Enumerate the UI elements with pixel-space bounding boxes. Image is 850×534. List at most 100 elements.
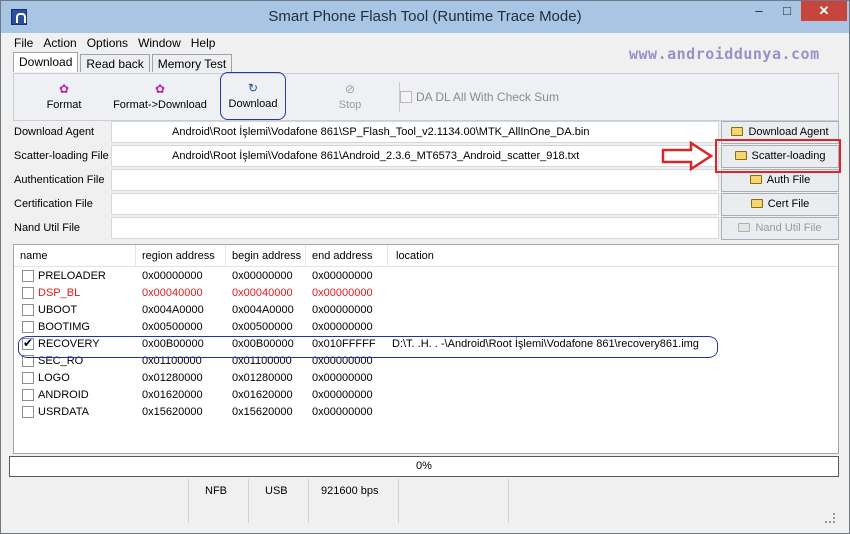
recovery-row-outline bbox=[18, 336, 718, 358]
folder-icon bbox=[750, 199, 763, 208]
nand-row: Nand Util File Nand Util File bbox=[13, 217, 841, 241]
cert-label: Certification File bbox=[13, 193, 109, 216]
table-row[interactable]: DSP_BL 0x00040000 0x00040000 0x00000000 bbox=[14, 285, 838, 302]
status-type: NFB bbox=[205, 485, 227, 497]
toolbar: ✿ Format ✿ Format->Download ↻ Download ⊘… bbox=[13, 72, 839, 121]
folder-icon bbox=[749, 175, 762, 184]
format-download-icon: ✿ bbox=[154, 82, 166, 96]
partition-checkbox[interactable] bbox=[22, 372, 34, 384]
checksum-label: DA DL All With Check Sum bbox=[416, 90, 559, 104]
cert-path[interactable] bbox=[111, 193, 719, 215]
table-row[interactable]: PRELOADER 0x00000000 0x00000000 0x00000000 bbox=[14, 268, 838, 285]
maximize-button[interactable]: □ bbox=[773, 1, 801, 21]
table-row[interactable]: USRDATA 0x15620000 0x15620000 0x00000000 bbox=[14, 404, 838, 421]
header-begin[interactable]: begin address bbox=[226, 245, 306, 267]
menu-action[interactable]: Action bbox=[38, 34, 81, 52]
format-label: Format bbox=[46, 99, 82, 111]
menu-options[interactable]: Options bbox=[82, 34, 133, 52]
cell-region: 0x00040000 bbox=[142, 287, 203, 299]
table-row[interactable]: LOGO 0x01280000 0x01280000 0x00000000 bbox=[14, 370, 838, 387]
download-agent-path[interactable]: Android\Root İşlemi\Vodafone 861\SP_Flas… bbox=[111, 121, 719, 143]
header-region[interactable]: region address bbox=[136, 245, 226, 267]
cell-end: 0x00000000 bbox=[312, 321, 373, 333]
download-icon: ↻ bbox=[247, 81, 259, 95]
resize-grip-icon[interactable] bbox=[825, 513, 835, 523]
folder-icon bbox=[738, 223, 751, 232]
menu-window[interactable]: Window bbox=[133, 34, 186, 52]
window-title: Smart Phone Flash Tool (Runtime Trace Mo… bbox=[268, 8, 582, 25]
partition-checkbox[interactable] bbox=[22, 321, 34, 333]
nand-util-button[interactable]: Nand Util File bbox=[721, 217, 839, 240]
cell-end: 0x00000000 bbox=[312, 270, 373, 282]
table-row[interactable]: UBOOT 0x004A0000 0x004A0000 0x00000000 bbox=[14, 302, 838, 319]
scatter-highlight-box bbox=[715, 139, 841, 173]
partition-table: name region address begin address end ad… bbox=[13, 244, 839, 454]
folder-icon bbox=[731, 127, 744, 136]
cell-region: 0x01280000 bbox=[142, 372, 203, 384]
format-button[interactable]: ✿ Format bbox=[44, 74, 84, 120]
cell-name: DSP_BL bbox=[38, 287, 81, 299]
menu-file[interactable]: File bbox=[9, 34, 38, 52]
cell-begin: 0x004A0000 bbox=[232, 304, 294, 316]
cell-region: 0x01620000 bbox=[142, 389, 203, 401]
status-cell-extra bbox=[399, 479, 509, 523]
format-download-label: Format->Download bbox=[113, 99, 207, 111]
cell-end: 0x00000000 bbox=[312, 304, 373, 316]
cell-end: 0x00000000 bbox=[312, 372, 373, 384]
download-agent-label: Download Agent bbox=[13, 121, 109, 144]
tab-download[interactable]: Download bbox=[13, 52, 79, 72]
partition-checkbox[interactable] bbox=[22, 287, 34, 299]
app-window: Smart Phone Flash Tool (Runtime Trace Mo… bbox=[0, 0, 850, 534]
cell-name: PRELOADER bbox=[38, 270, 106, 282]
nand-util-button-label: Nand Util File bbox=[755, 222, 822, 234]
cell-name: ANDROID bbox=[38, 389, 89, 401]
tab-read-back[interactable]: Read back bbox=[80, 54, 150, 72]
stop-button[interactable]: ⊘ Stop bbox=[332, 74, 368, 120]
watermark: www.androiddunya.com bbox=[629, 45, 820, 63]
scatter-path[interactable]: Android\Root İşlemi\Vodafone 861\Android… bbox=[111, 145, 719, 167]
status-cell-type: NFB bbox=[189, 479, 249, 523]
status-cell-baud: 921600 bps bbox=[309, 479, 399, 523]
table-row[interactable]: BOOTIMG 0x00500000 0x00500000 0x00000000 bbox=[14, 319, 838, 336]
cell-begin: 0x00040000 bbox=[232, 287, 293, 299]
title-bar: Smart Phone Flash Tool (Runtime Trace Mo… bbox=[1, 1, 849, 33]
tab-memory-test[interactable]: Memory Test bbox=[151, 54, 233, 72]
progress-text: 0% bbox=[416, 460, 432, 472]
menu-help[interactable]: Help bbox=[186, 34, 221, 52]
checksum-option[interactable]: DA DL All With Check Sum bbox=[400, 90, 559, 104]
cell-name: USRDATA bbox=[38, 406, 89, 418]
table-row[interactable]: ANDROID 0x01620000 0x01620000 0x00000000 bbox=[14, 387, 838, 404]
nand-label: Nand Util File bbox=[13, 217, 109, 240]
stop-icon: ⊘ bbox=[344, 82, 356, 96]
header-location[interactable]: location bbox=[388, 245, 838, 267]
partition-checkbox[interactable] bbox=[22, 304, 34, 316]
partition-checkbox[interactable] bbox=[22, 406, 34, 418]
auth-path[interactable] bbox=[111, 169, 719, 191]
status-bar: NFB USB 921600 bps bbox=[9, 479, 839, 525]
checksum-checkbox[interactable] bbox=[400, 91, 412, 103]
cell-region: 0x15620000 bbox=[142, 406, 203, 418]
cell-region: 0x00500000 bbox=[142, 321, 203, 333]
arrow-right-icon bbox=[661, 141, 713, 171]
format-icon: ✿ bbox=[58, 82, 70, 96]
status-cell-port: USB bbox=[249, 479, 309, 523]
header-end[interactable]: end address bbox=[306, 245, 388, 267]
cell-end: 0x00000000 bbox=[312, 287, 373, 299]
nand-path[interactable] bbox=[111, 217, 719, 239]
cell-begin: 0x00500000 bbox=[232, 321, 293, 333]
cert-file-button[interactable]: Cert File bbox=[721, 193, 839, 216]
close-button[interactable]: ✕ bbox=[801, 1, 847, 21]
cell-end: 0x00000000 bbox=[312, 389, 373, 401]
partition-checkbox[interactable] bbox=[22, 389, 34, 401]
auth-file-button-label: Auth File bbox=[766, 174, 811, 186]
cert-row: Certification File Cert File bbox=[13, 193, 841, 217]
cell-name: BOOTIMG bbox=[38, 321, 90, 333]
partition-checkbox[interactable] bbox=[22, 270, 34, 282]
format-download-button[interactable]: ✿ Format->Download bbox=[112, 74, 208, 120]
table-header: name region address begin address end ad… bbox=[14, 245, 838, 267]
header-name[interactable]: name bbox=[14, 245, 136, 267]
minimize-button[interactable]: – bbox=[745, 1, 773, 21]
download-button[interactable]: ↻ Download bbox=[220, 72, 286, 120]
cell-begin: 0x01280000 bbox=[232, 372, 293, 384]
menu-bar: File Action Options Window Help bbox=[9, 34, 220, 52]
